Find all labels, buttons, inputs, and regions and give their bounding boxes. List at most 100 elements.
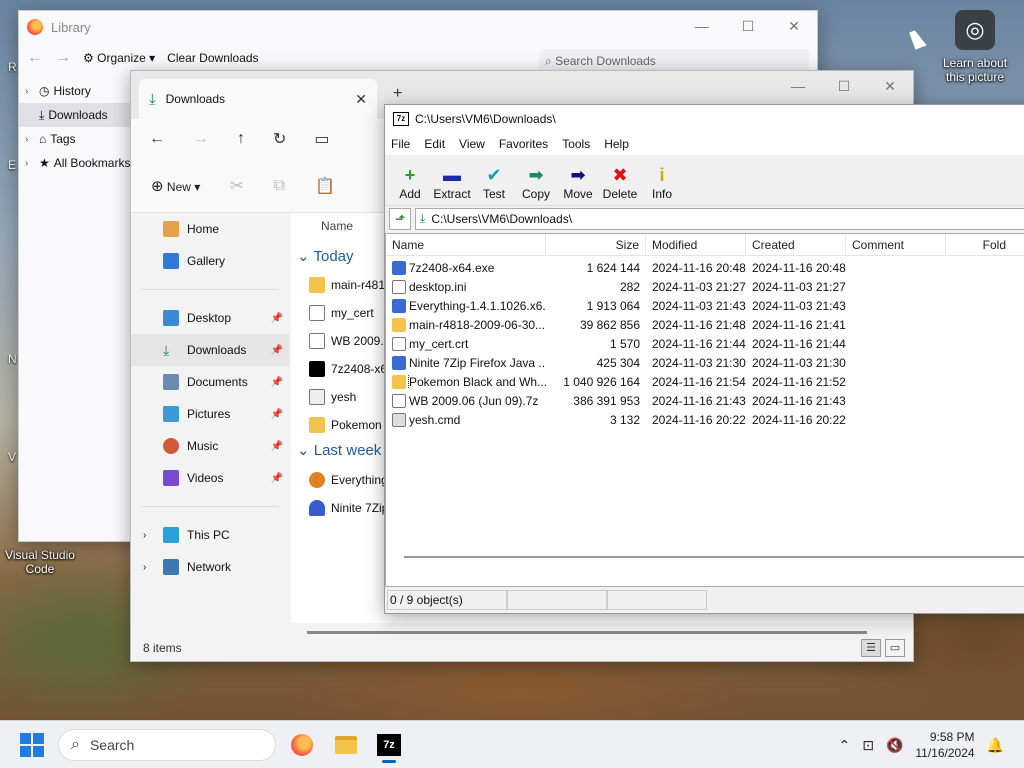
close-icon[interactable]: ✕ xyxy=(867,71,913,101)
back-arrow-icon[interactable]: ← xyxy=(149,130,165,148)
paste-icon[interactable]: 📋 xyxy=(315,176,335,196)
menu-help[interactable]: Help xyxy=(604,137,629,151)
group-header-today[interactable]: ⌄ Today xyxy=(297,247,354,265)
desktop-icon-edge-v[interactable]: V xyxy=(8,450,16,464)
sevenzip-file-list[interactable]: Name Size Modified Created Comment Fold … xyxy=(385,233,1024,587)
column-header-comment[interactable]: Comment xyxy=(846,234,946,256)
tree-item-history[interactable]: › ◷ History xyxy=(19,79,131,103)
menu-view[interactable]: View xyxy=(459,137,485,151)
close-icon[interactable]: ✕ xyxy=(771,11,817,41)
network-status-icon[interactable]: ⊡ xyxy=(862,737,874,754)
delete-button[interactable]: ✖ Delete xyxy=(599,155,641,205)
sevenzip-window[interactable]: 7z C:\Users\VM6\Downloads\ File Edit Vie… xyxy=(384,104,1024,614)
organize-button[interactable]: ⚙ Organize ▾ xyxy=(83,51,155,65)
taskbar-firefox[interactable] xyxy=(282,729,322,761)
nav-item-videos[interactable]: Videos 📌 xyxy=(131,462,289,494)
list-item[interactable]: yesh xyxy=(309,385,356,409)
forward-arrow-icon[interactable]: → xyxy=(193,130,209,148)
new-tab-icon[interactable]: + xyxy=(393,85,402,103)
menu-edit[interactable]: Edit xyxy=(424,137,445,151)
list-item[interactable]: Everything xyxy=(309,468,388,492)
clock[interactable]: 9:58 PM 11/16/2024 xyxy=(915,729,974,761)
test-button[interactable]: ✔ Test xyxy=(473,155,515,205)
refresh-icon[interactable]: ↻ xyxy=(273,129,286,149)
group-header-last-week[interactable]: ⌄ Last week xyxy=(297,441,381,459)
details-view-icon[interactable]: ☰ xyxy=(861,639,881,657)
chevron-right-icon[interactable]: › xyxy=(143,530,146,541)
notification-bell-icon[interactable]: 🔔 xyxy=(987,737,1004,754)
back-arrow-icon[interactable]: ← xyxy=(27,49,43,67)
copy-icon[interactable]: ⧉ xyxy=(274,177,285,195)
nav-item-network[interactable]: › Network xyxy=(131,551,289,583)
list-item[interactable]: Pokemon xyxy=(309,413,382,437)
desktop-icon-edge-r[interactable]: R xyxy=(8,60,17,74)
maximize-icon[interactable]: ☐ xyxy=(821,71,867,101)
list-item[interactable]: my_cert xyxy=(309,301,374,325)
nav-item-music[interactable]: Music 📌 xyxy=(131,430,289,462)
table-row[interactable]: desktop.ini 282 2024-11-03 21:27 2024-11-03… xyxy=(386,277,1024,296)
column-header-created[interactable]: Created xyxy=(746,234,846,256)
chevron-right-icon[interactable]: › xyxy=(25,86,35,97)
column-header-folders[interactable]: Fold xyxy=(946,234,1006,256)
chevron-right-icon[interactable]: › xyxy=(25,134,35,145)
table-row[interactable]: 7z2408-x64.exe 1 624 144 2024-11-16 20:48 2… xyxy=(386,258,1024,277)
nav-item-pictures[interactable]: Pictures 📌 xyxy=(131,398,289,430)
clear-downloads-button[interactable]: Clear Downloads xyxy=(167,51,258,65)
table-row[interactable]: Pokemon Black and Wh... 1 040 926 164 2024… xyxy=(386,372,1024,391)
tree-item-all-bookmarks[interactable]: › ★ All Bookmarks xyxy=(19,151,131,175)
up-arrow-icon[interactable]: ↑ xyxy=(237,130,245,148)
info-button[interactable]: i Info xyxy=(641,155,683,205)
taskbar-search-box[interactable]: ⌕ Search xyxy=(58,729,276,761)
windows-start-icon[interactable] xyxy=(20,733,44,757)
chevron-right-icon[interactable]: › xyxy=(25,158,35,169)
list-item[interactable]: main-r481 xyxy=(309,273,385,297)
nav-item-this-pc[interactable]: › This PC xyxy=(131,519,289,551)
horizontal-scrollbar[interactable] xyxy=(307,631,867,634)
table-row[interactable]: WB 2009.06 (Jun 09).7z 386 391 953 2024-11… xyxy=(386,391,1024,410)
nav-item-downloads[interactable]: ⤓ Downloads 📌 xyxy=(131,334,289,366)
minimize-icon[interactable]: — xyxy=(679,11,725,41)
tree-item-tags[interactable]: › ⌂ Tags xyxy=(19,127,131,151)
add-button[interactable]: + Add xyxy=(389,155,431,205)
table-row[interactable]: my_cert.crt 1 570 2024-11-16 21:44 2024-11-… xyxy=(386,334,1024,353)
new-button[interactable]: ⊕ New ▾ xyxy=(151,177,200,195)
taskbar-7zip[interactable]: 7z xyxy=(369,729,409,763)
nav-item-desktop[interactable]: Desktop 📌 xyxy=(131,302,289,334)
table-row[interactable]: yesh.cmd 3 132 2024-11-16 20:22 2024-11-16 … xyxy=(386,410,1024,429)
minimize-icon[interactable]: — xyxy=(775,71,821,101)
forward-arrow-icon[interactable]: → xyxy=(55,49,71,67)
horizontal-scrollbar[interactable] xyxy=(404,556,1024,558)
desktop-icon-edge-n[interactable]: N xyxy=(8,352,17,366)
move-button[interactable]: ➡ Move xyxy=(557,155,599,205)
extract-button[interactable]: ▬ Extract xyxy=(431,155,473,205)
sevenzip-titlebar[interactable]: 7z C:\Users\VM6\Downloads\ xyxy=(385,105,1024,133)
address-input[interactable]: ⤓ C:\Users\VM6\Downloads\ xyxy=(415,207,1024,230)
pin-icon[interactable]: 📌 xyxy=(271,313,283,324)
column-header-size[interactable]: Size xyxy=(546,234,646,256)
menu-favorites[interactable]: Favorites xyxy=(499,137,548,151)
list-item[interactable]: 7z2408-x6 xyxy=(309,357,387,381)
tree-item-downloads[interactable]: ⤓ Downloads xyxy=(19,103,131,127)
pin-icon[interactable]: 📌 xyxy=(271,473,283,484)
monitor-icon[interactable]: ▭ xyxy=(314,129,329,149)
explorer-tab-downloads[interactable]: ⤓ Downloads ✕ xyxy=(139,79,377,119)
close-tab-icon[interactable]: ✕ xyxy=(355,91,367,108)
list-item[interactable]: Ninite 7Zip xyxy=(309,496,388,520)
pin-icon[interactable]: 📌 xyxy=(271,377,283,388)
pin-icon[interactable]: 📌 xyxy=(271,409,283,420)
tiles-view-icon[interactable]: ▭ xyxy=(885,639,905,657)
table-row[interactable]: main-r4818-2009-06-30.... 39 862 856 2024-… xyxy=(386,315,1024,334)
volume-muted-icon[interactable]: 🔇 xyxy=(886,737,903,754)
menu-file[interactable]: File xyxy=(391,137,410,151)
taskbar-file-explorer[interactable] xyxy=(326,729,366,761)
desktop-icon-edge-e[interactable]: E xyxy=(8,158,16,172)
copy-button[interactable]: ➡ Copy xyxy=(515,155,557,205)
list-item[interactable]: WB 2009.0 xyxy=(309,329,390,353)
nav-item-gallery[interactable]: Gallery xyxy=(131,245,289,277)
table-row[interactable]: Everything-1.4.1.1026.x6... 1 913 064 2024… xyxy=(386,296,1024,315)
column-header-modified[interactable]: Modified xyxy=(646,234,746,256)
column-header-name[interactable]: Name xyxy=(386,234,546,256)
menu-tools[interactable]: Tools xyxy=(562,137,590,151)
pin-icon[interactable]: 📌 xyxy=(271,441,283,452)
desktop-icon-vscode[interactable]: Visual Studio Code xyxy=(2,548,78,576)
